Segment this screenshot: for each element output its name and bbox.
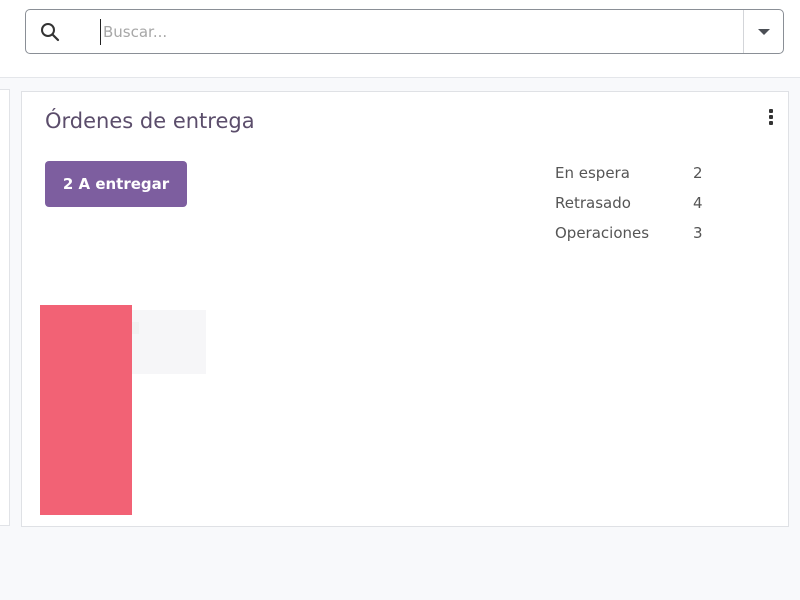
stat-row-late[interactable]: Retrasado 4: [555, 194, 715, 224]
stat-label: En espera: [555, 164, 630, 182]
stat-label: Retrasado: [555, 194, 631, 212]
search-bar: [25, 9, 784, 54]
search-input[interactable]: [100, 19, 740, 45]
stat-value: 4: [693, 194, 703, 212]
stat-row-waiting[interactable]: En espera 2: [555, 164, 715, 194]
card-title[interactable]: Órdenes de entrega: [45, 109, 255, 133]
stat-value: 2: [693, 164, 703, 182]
chevron-down-icon: [758, 29, 770, 35]
stat-row-operations[interactable]: Operaciones 3: [555, 224, 715, 254]
to-deliver-button[interactable]: 2 A entregar: [45, 161, 187, 207]
stat-label: Operaciones: [555, 224, 650, 242]
stats-list: En espera 2 Retrasado 4 Operaciones 3: [555, 164, 715, 254]
previous-card-edge: [0, 89, 10, 526]
delivery-orders-card: Órdenes de entrega 2 A entregar En esper…: [21, 91, 789, 527]
search-options-toggle[interactable]: [744, 10, 784, 53]
search-icon[interactable]: [40, 22, 60, 42]
stat-value: 3: [693, 224, 703, 242]
kebab-menu-icon[interactable]: [766, 108, 776, 126]
control-panel: [0, 0, 800, 78]
alert-bar: [40, 305, 132, 515]
